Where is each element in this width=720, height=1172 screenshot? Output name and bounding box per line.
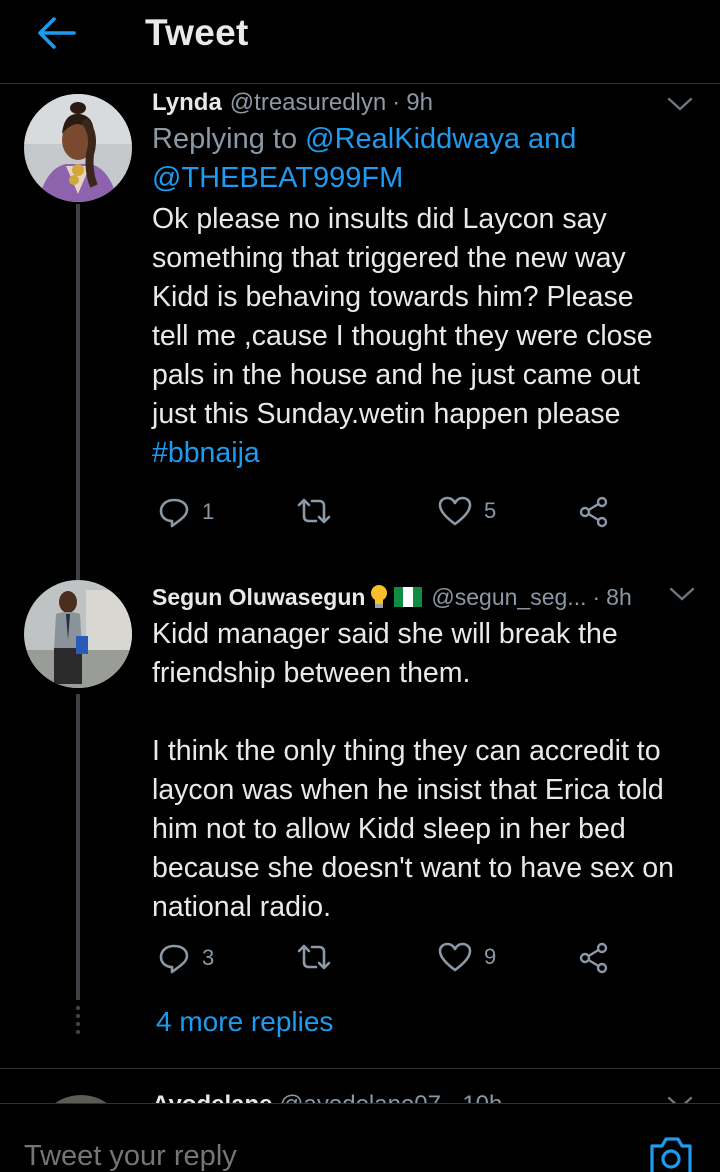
reply-button[interactable]: 3 [158, 942, 214, 974]
mention-link[interactable]: @RealKiddwaya [305, 123, 520, 155]
nigeria-flag-icon [394, 587, 423, 607]
author-name[interactable]: Lynda [152, 88, 222, 118]
arrow-left-icon [38, 17, 76, 49]
top-bar: Tweet [0, 0, 720, 84]
more-replies-link[interactable]: 4 more replies [156, 1006, 333, 1038]
like-count: 9 [484, 944, 497, 969]
chevron-down-icon[interactable] [666, 1093, 694, 1103]
author-handle[interactable]: @treasuredlyn [230, 88, 386, 118]
separator-dot: · [392, 89, 401, 116]
reply-composer [0, 1103, 720, 1172]
reply-count: 1 [202, 499, 215, 524]
more-replies-dots [75, 1005, 81, 1035]
chevron-down-icon[interactable] [668, 584, 696, 604]
tweet-text: Ok please no insults did Laycon say some… [152, 203, 653, 430]
reply-icon [159, 944, 189, 974]
thread-line [76, 694, 80, 1000]
tweet-actions: 1 5 [152, 496, 632, 540]
mention-and[interactable]: and [528, 123, 576, 155]
share-button[interactable] [578, 942, 610, 974]
heart-icon [438, 496, 472, 526]
avatar[interactable] [24, 94, 132, 202]
back-button[interactable] [30, 10, 82, 56]
share-icon [579, 496, 608, 528]
like-button[interactable]: 5 [438, 496, 496, 526]
timestamp: 9h [406, 89, 433, 116]
camera-icon [650, 1137, 692, 1172]
tweet-peek[interactable]: Ayodelane @ayodelane07 · 10h [0, 1069, 720, 1103]
separator-dot: · [448, 1091, 456, 1103]
replying-to: Replying to @RealKiddwaya and @THEBEAT99… [152, 123, 577, 194]
timestamp: 10h [462, 1091, 502, 1103]
tweet-actions: 3 9 [152, 942, 632, 986]
camera-button[interactable] [648, 1134, 694, 1172]
tweet-header: Segun Oluwasegun @segun_seg... · 8h [152, 582, 694, 612]
reply-icon [159, 498, 189, 528]
tweet-segun[interactable]: Segun Oluwasegun @segun_seg... · 8h Kidd… [0, 580, 720, 1000]
reply-button[interactable]: 1 [158, 496, 214, 528]
author-name[interactable]: Segun Oluwasegun [152, 582, 365, 612]
avatar[interactable] [36, 1095, 126, 1103]
heart-icon [438, 942, 472, 972]
chevron-down-icon[interactable] [666, 94, 694, 114]
tweet-lynda[interactable]: Lynda @treasuredlyn · 9h Replying to @Re… [0, 84, 720, 580]
thread-line [76, 204, 80, 580]
author-name[interactable]: Ayodelane [152, 1091, 272, 1103]
like-button[interactable]: 9 [438, 942, 496, 972]
separator-dot: · [592, 584, 601, 610]
lightbulb-icon [371, 585, 388, 608]
author-handle[interactable]: @ayodelane07 [279, 1091, 441, 1103]
author-handle[interactable]: @segun_seg... [431, 582, 586, 612]
page-title: Tweet [145, 12, 249, 53]
retweet-button[interactable] [296, 942, 332, 972]
share-button[interactable] [578, 496, 610, 528]
hashtag-link[interactable]: #bbnaija [152, 434, 694, 473]
retweet-icon [297, 498, 331, 524]
tweet-header: Ayodelane @ayodelane07 · 10h [152, 1091, 502, 1103]
tweet-header: Lynda @treasuredlyn · 9h [152, 88, 694, 118]
mention-link[interactable]: @THEBEAT999FM [152, 162, 403, 194]
reply-count: 3 [202, 945, 215, 970]
tweet-body: Lynda @treasuredlyn · 9h Replying to @Re… [152, 84, 694, 473]
share-icon [579, 942, 608, 974]
like-count: 5 [484, 498, 497, 523]
retweet-button[interactable] [296, 496, 332, 526]
tweet-text: Kidd manager said she will break the fri… [152, 618, 674, 923]
timestamp: 8h [606, 584, 632, 610]
reply-input[interactable] [24, 1140, 584, 1172]
avatar[interactable] [24, 580, 132, 688]
tweet-body: Segun Oluwasegun @segun_seg... · 8h Kidd… [152, 580, 696, 927]
retweet-icon [297, 944, 331, 970]
